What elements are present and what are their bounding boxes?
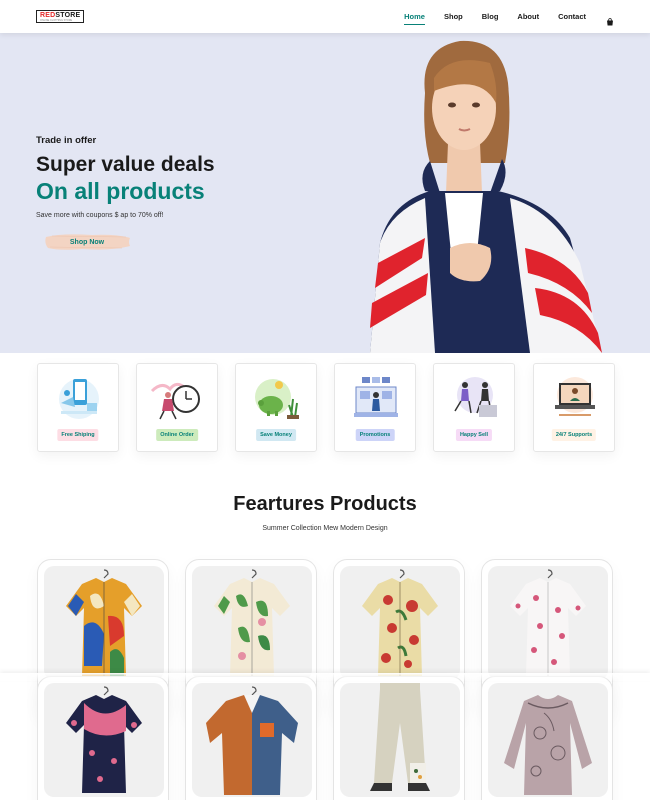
product-card[interactable]: [37, 676, 169, 800]
logo-wordmark: REDSTORE: [40, 11, 81, 19]
products-section-title: Feartures Products: [233, 493, 417, 515]
product-image[interactable]: [340, 566, 460, 680]
nav-home[interactable]: Home: [404, 12, 425, 25]
product-card[interactable]: [481, 676, 613, 800]
feature-online-order: Online Order: [136, 363, 218, 452]
feature-promotions: Promotions: [334, 363, 416, 452]
product-card[interactable]: [333, 676, 465, 800]
section-divider: [0, 673, 650, 681]
main-nav: Home Shop Blog About Contact: [385, 12, 614, 25]
hero-banner: Trade in offer Super value deals On all …: [0, 33, 650, 353]
product-image[interactable]: [192, 566, 312, 680]
promotions-illustration-icon: [354, 377, 398, 417]
page: REDSTORE ONLINE CLOTHING STORE Home Shop…: [0, 0, 650, 800]
nav-contact[interactable]: Contact: [558, 12, 586, 21]
hero-subtitle: On all products: [36, 178, 205, 204]
delivery-illustration-icon: [59, 379, 99, 419]
shirt-image: [214, 569, 290, 676]
hero-text: Save more with coupons $ ap to 70% off!: [36, 212, 164, 219]
happy-sell-illustration-icon: [454, 377, 497, 417]
product-image[interactable]: [192, 683, 312, 797]
shirt-image: [66, 686, 142, 793]
feature-free-shipping: Free Shiping: [37, 363, 119, 452]
feature-label: Free Shiping: [57, 429, 99, 441]
feature-happy-sell: Happy Sell: [433, 363, 515, 452]
shop-now-label: Shop Now: [69, 238, 105, 246]
feature-label: Online Order: [156, 429, 198, 441]
nav-blog[interactable]: Blog: [482, 12, 499, 21]
product-image[interactable]: [488, 566, 608, 680]
top-image: [504, 695, 592, 795]
piggy-bank-illustration-icon: [255, 379, 299, 419]
feature-boxes: Free Shiping Online Order Save Money Pro…: [0, 353, 650, 468]
store-logo[interactable]: REDSTORE ONLINE CLOTHING STORE: [36, 10, 85, 23]
shirt-image: [206, 686, 298, 795]
nav-about[interactable]: About: [517, 12, 539, 21]
feature-label: Promotions: [355, 429, 395, 441]
product-image[interactable]: [44, 566, 164, 680]
order-timer-illustration-icon: [150, 382, 200, 420]
nav-shop[interactable]: Shop: [444, 12, 463, 21]
shopping-bag-icon[interactable]: [606, 13, 614, 25]
feature-save-money: Save Money: [235, 363, 317, 452]
site-header: REDSTORE ONLINE CLOTHING STORE Home Shop…: [0, 0, 650, 33]
feature-label: Save Money: [256, 429, 296, 441]
hero-title: Super value deals: [36, 153, 215, 176]
pants-image: [370, 683, 430, 791]
hero-pretitle: Trade in offer: [36, 135, 97, 146]
feature-support: 24/7 Supports: [533, 363, 615, 452]
shirt-image: [510, 569, 586, 676]
product-card[interactable]: [185, 676, 317, 800]
product-image[interactable]: [488, 683, 608, 797]
support-illustration-icon: [555, 377, 595, 416]
shirt-image: [66, 569, 142, 676]
product-image[interactable]: [340, 683, 460, 797]
feature-label: Happy Sell: [455, 429, 493, 441]
products-section-subtitle: Summer Collection Mew Modern Design: [262, 525, 388, 532]
feature-label: 24/7 Supports: [551, 429, 597, 441]
product-image[interactable]: [44, 683, 164, 797]
hero-model-image: [370, 40, 602, 353]
shirt-image: [362, 569, 438, 676]
logo-tagline: ONLINE CLOTHING STORE: [40, 18, 73, 22]
shop-now-button[interactable]: Shop Now: [42, 231, 132, 253]
